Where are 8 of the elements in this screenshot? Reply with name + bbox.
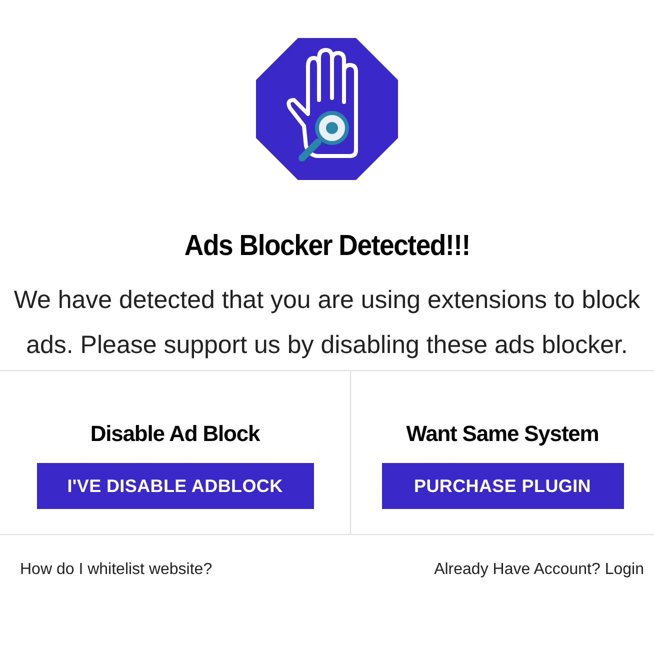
page-title: Ads Blocker Detected!!! (184, 229, 470, 264)
login-link[interactable]: Already Have Account? Login (434, 561, 644, 579)
message-text: We have detected that you are using extensions to block ads. Please support us by disabling these ads blocker. (12, 285, 642, 361)
option-heading: Disable Ad Block (90, 421, 260, 447)
hand-stop-icon (256, 38, 398, 180)
option-heading: Want Same System (406, 421, 599, 447)
whitelist-help-link[interactable]: How do I whitelist website? (20, 561, 212, 579)
purchase-plugin-button[interactable]: PURCHASE PLUGIN (382, 463, 624, 509)
